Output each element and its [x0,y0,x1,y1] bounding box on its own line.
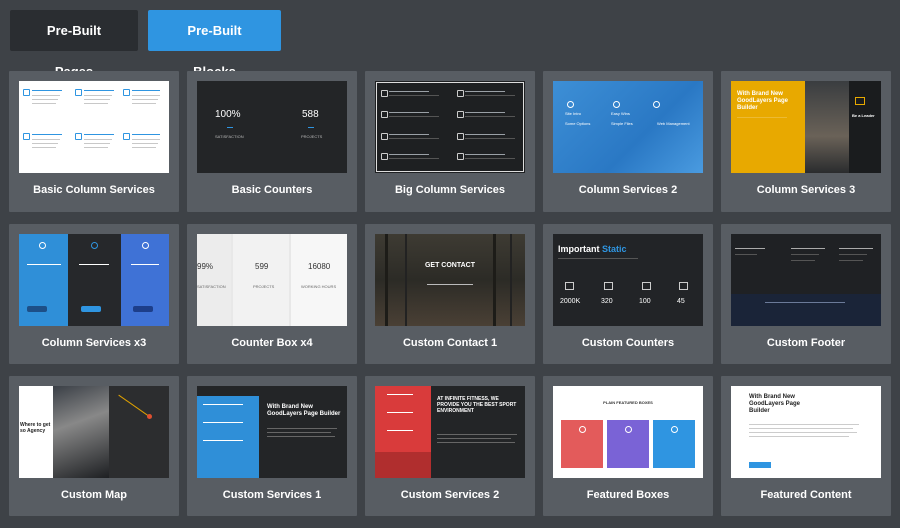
block-preview [731,234,881,326]
tab-pre-built-blocks[interactable]: Pre-Built Blocks [148,10,281,79]
block-card-custom-services-1[interactable]: With Brand New GoodLayers Page Builder C… [187,376,357,516]
block-preview [375,81,525,173]
block-preview: With Brand New GoodLayers Page Builder [197,386,347,478]
block-card-custom-map[interactable]: Where to get so Agency Custom Map [9,376,179,516]
block-preview [19,81,169,173]
block-card-featured-content[interactable]: With Brand New GoodLayers Page Builder F… [721,376,891,516]
block-preview: Site Intro Easy Wins Some Options Simple… [553,81,703,173]
block-card-column-services-2[interactable]: Site Intro Easy Wins Some Options Simple… [543,71,713,212]
block-card-featured-boxes[interactable]: PLAIN FEATURED BOXES Featured Boxes [543,376,713,516]
block-name: Custom Contact 1 [402,337,498,349]
block-name: Basic Column Services [33,184,155,196]
block-name: Counter Box x4 [231,337,313,349]
block-name: Custom Map [61,489,127,501]
block-card-custom-footer[interactable]: Custom Footer [721,224,891,364]
block-preview [19,234,169,326]
block-preview: AT INFINITE FITNESS, WE PROVIDE YOU THE … [375,386,525,478]
block-card-big-column-services[interactable]: Big Column Services [365,71,535,212]
block-card-custom-services-2[interactable]: AT INFINITE FITNESS, WE PROVIDE YOU THE … [365,376,535,516]
block-preview: With Brand New GoodLayers Page Builder [731,386,881,478]
block-name: Big Column Services [394,184,506,196]
block-name: Custom Footer [766,337,846,349]
block-preview: 100% 588 SATISFACTION PROJECTS [197,81,347,173]
block-preview: Important Static 2000K 320 100 45 [553,234,703,326]
block-card-basic-column-services[interactable]: Basic Column Services [9,71,179,212]
block-name: Custom Counters [581,337,675,349]
tab-bar: Pre-Built Pages Pre-Built Blocks [10,10,281,79]
block-name: Column Services x3 [41,337,147,349]
block-preview: PLAIN FEATURED BOXES [553,386,703,478]
block-preview: 99% 599 16080 SATISFACTION PROJECTS WORK… [197,234,347,326]
block-card-column-services-x3[interactable]: Column Services x3 [9,224,179,364]
block-preview: GET CONTACT [375,234,525,326]
tab-pre-built-pages[interactable]: Pre-Built Pages [10,10,138,79]
block-name: Column Services 2 [578,184,678,196]
block-card-basic-counters[interactable]: 100% 588 SATISFACTION PROJECTS Basic Cou… [187,71,357,212]
block-name: Featured Boxes [586,489,670,501]
block-name: Column Services 3 [756,184,856,196]
block-name: Featured Content [760,489,852,501]
block-name: Custom Services 1 [222,489,322,501]
block-preview: With Brand New GoodLayers Page Builder B… [731,81,881,173]
block-preview: Where to get so Agency [19,386,169,478]
block-card-column-services-3[interactable]: With Brand New GoodLayers Page Builder B… [721,71,891,212]
block-name: Custom Services 2 [400,489,500,501]
block-card-custom-contact-1[interactable]: GET CONTACT Custom Contact 1 [365,224,535,364]
blocks-grid: Basic Column Services 100% 588 SATISFACT… [9,71,891,516]
block-name: Basic Counters [231,184,313,196]
block-card-counter-box-x4[interactable]: 99% 599 16080 SATISFACTION PROJECTS WORK… [187,224,357,364]
block-card-custom-counters[interactable]: Important Static 2000K 320 100 45 Custom… [543,224,713,364]
